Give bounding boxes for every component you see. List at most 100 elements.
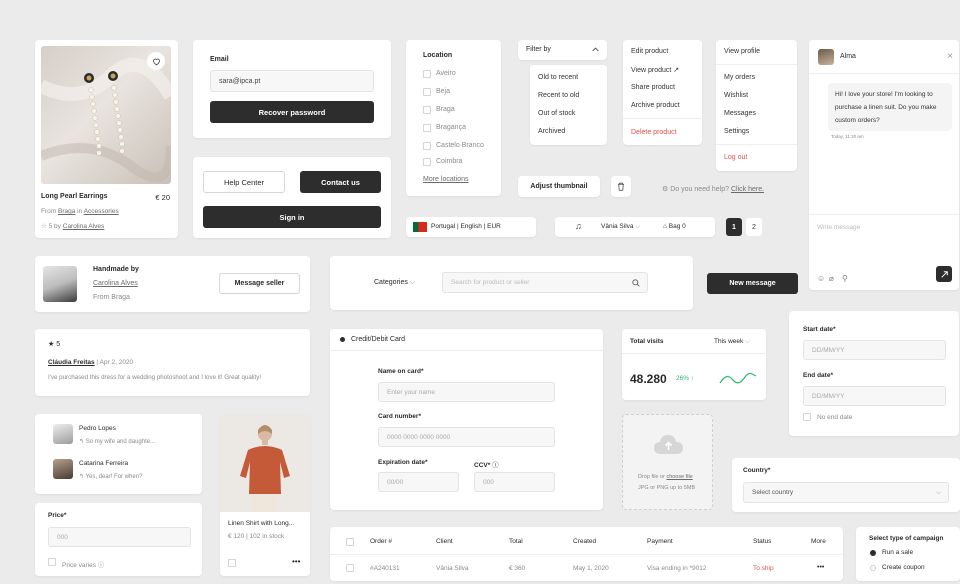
table-header-status[interactable]: Status <box>753 538 771 545</box>
location-option[interactable]: Coimbra <box>436 158 462 165</box>
table-row[interactable]: #A240131 Vânia Silva € 360 May 1, 2020 V… <box>330 555 843 581</box>
bag-button[interactable]: ⌂ Bag 0 <box>663 223 686 230</box>
filter-by-dropdown[interactable]: Filter by <box>518 40 607 60</box>
price-input[interactable]: 000 <box>48 527 191 547</box>
table-header-order[interactable]: Order # <box>370 538 392 545</box>
start-date-field[interactable]: DD/MM/YY <box>803 340 946 360</box>
checkbox[interactable] <box>423 158 431 166</box>
checkbox[interactable] <box>423 142 431 150</box>
table-header-total[interactable]: Total <box>509 538 523 545</box>
row-checkbox[interactable] <box>346 564 354 572</box>
close-icon[interactable]: × <box>947 51 953 62</box>
chat-timestamp: Today, 11:20 am <box>831 134 864 139</box>
log-out-item[interactable]: Log out <box>724 154 747 161</box>
delete-product-item[interactable]: Delete product <box>631 129 677 136</box>
period-dropdown[interactable]: This week ⌵ <box>714 338 750 346</box>
view-profile-item[interactable]: View profile <box>724 48 760 55</box>
select-checkbox[interactable] <box>228 559 236 567</box>
more-locations-link[interactable]: More locations <box>423 176 469 183</box>
more-options-icon[interactable]: ••• <box>292 557 300 566</box>
rating-author-link[interactable]: Carolina Alves <box>63 223 105 230</box>
settings-item[interactable]: Settings <box>724 128 749 135</box>
card-number-field[interactable]: 0000 0000 0000 0000 <box>378 427 555 447</box>
location-option[interactable]: Beja <box>436 88 450 95</box>
adjust-thumbnail-button[interactable]: Adjust thumbnail <box>518 176 600 197</box>
filter-option[interactable]: Out of stock <box>538 110 575 117</box>
new-message-button[interactable]: New message <box>707 273 798 294</box>
filter-option[interactable]: Old to recent <box>538 74 578 81</box>
wishlist-button[interactable] <box>147 52 165 70</box>
categories-dropdown[interactable]: Categories ⌵ <box>374 279 415 287</box>
share-product-item[interactable]: Share product <box>631 84 675 91</box>
product-title[interactable]: Long Pearl Earrings <box>41 193 108 200</box>
send-button[interactable] <box>936 266 952 282</box>
country-select[interactable]: Select country ⌵ <box>743 482 949 503</box>
locale-text: Portugal | English | EUR <box>431 223 501 230</box>
pagination-page-1[interactable]: 1 <box>726 218 742 236</box>
file-upload-dropzone[interactable]: Drop file or choose file JPG or PNG up t… <box>622 414 713 510</box>
delete-button[interactable] <box>611 176 631 197</box>
my-orders-item[interactable]: My orders <box>724 74 755 81</box>
location-option[interactable]: Bragança <box>436 124 466 131</box>
edit-product-item[interactable]: Edit product <box>631 48 668 55</box>
checkbox[interactable] <box>423 70 431 78</box>
archive-product-item[interactable]: Archive product <box>631 102 680 109</box>
name-on-card-field[interactable]: Enter your name <box>378 382 555 402</box>
contact-us-button[interactable]: Contact us <box>300 171 381 193</box>
message-seller-button[interactable]: Message seller <box>219 273 300 294</box>
expiration-field[interactable]: 00/00 <box>378 472 459 492</box>
pagination-page-2[interactable]: 2 <box>746 218 762 236</box>
shirt-image[interactable] <box>220 414 310 512</box>
location-option[interactable]: Castelo Branco <box>436 142 484 149</box>
attachment-icon[interactable]: ⌀ <box>829 274 834 283</box>
radio-selected[interactable] <box>870 550 876 556</box>
product-image[interactable] <box>41 46 171 184</box>
end-date-field[interactable]: DD/MM/YY <box>803 386 946 406</box>
checkbox[interactable] <box>423 124 431 132</box>
user-menu-button[interactable]: Vânia Silva ⌵ <box>601 223 640 231</box>
campaign-option[interactable]: Run a sale <box>882 549 913 556</box>
ccv-field[interactable]: 000 <box>474 472 555 492</box>
messages-item[interactable]: Messages <box>724 110 756 117</box>
view-product-item[interactable]: View product ↗ <box>631 66 679 74</box>
filter-option[interactable]: Archived <box>538 128 565 135</box>
table-header-created[interactable]: Created <box>573 538 596 545</box>
email-field[interactable]: sara@ipca.pt <box>210 70 374 92</box>
sign-in-button[interactable]: Sign in <box>203 206 381 228</box>
info-icon[interactable]: ⓘ <box>98 562 105 569</box>
origin-link[interactable]: Braga <box>58 208 75 215</box>
emoji-icon[interactable]: ☺ <box>817 274 825 283</box>
more-options-icon[interactable]: ••• <box>817 564 824 571</box>
notification-bell-icon[interactable]: ♫ <box>575 221 582 231</box>
filter-option[interactable]: Recent to old <box>538 92 579 99</box>
location-option[interactable]: Braga <box>436 106 455 113</box>
table-header-client[interactable]: Client <box>436 538 453 545</box>
category-link[interactable]: Accessories <box>84 208 119 215</box>
message-input[interactable]: Write message <box>817 224 860 231</box>
table-header-payment[interactable]: Payment <box>647 538 673 545</box>
no-end-date-checkbox[interactable] <box>803 413 811 421</box>
help-center-button[interactable]: Help Center <box>203 171 285 193</box>
choose-file-link[interactable]: choose file <box>666 474 692 480</box>
location-option[interactable]: Aveiro <box>436 70 456 77</box>
wishlist-item[interactable]: Wishlist <box>724 92 748 99</box>
link-icon[interactable]: ⚲ <box>842 274 848 283</box>
radio-unselected[interactable] <box>870 565 876 571</box>
seller-name-link[interactable]: Carolina Alves <box>93 280 138 287</box>
conversation-name[interactable]: Pedro Lopes <box>79 425 116 432</box>
help-click-link[interactable]: Click here. <box>731 186 764 193</box>
info-icon[interactable]: ⓘ <box>492 462 499 469</box>
search-icon[interactable] <box>632 279 640 287</box>
payment-method-radio[interactable] <box>340 337 345 342</box>
price-varies-checkbox[interactable] <box>48 558 56 566</box>
shirt-title[interactable]: Linen Shirt with Long... <box>228 520 294 527</box>
review-author-link[interactable]: Cláudia Freitas <box>48 359 95 366</box>
conversation-name[interactable]: Catarina Ferreira <box>79 460 128 467</box>
checkbox[interactable] <box>423 106 431 114</box>
locale-selector[interactable]: Portugal | English | EUR <box>406 217 536 237</box>
checkbox[interactable] <box>423 88 431 96</box>
recover-password-button[interactable]: Recover password <box>210 101 374 123</box>
campaign-option[interactable]: Create coupon <box>882 564 925 571</box>
select-all-checkbox[interactable] <box>346 538 354 546</box>
search-input[interactable]: Search for product or seller <box>442 272 648 293</box>
